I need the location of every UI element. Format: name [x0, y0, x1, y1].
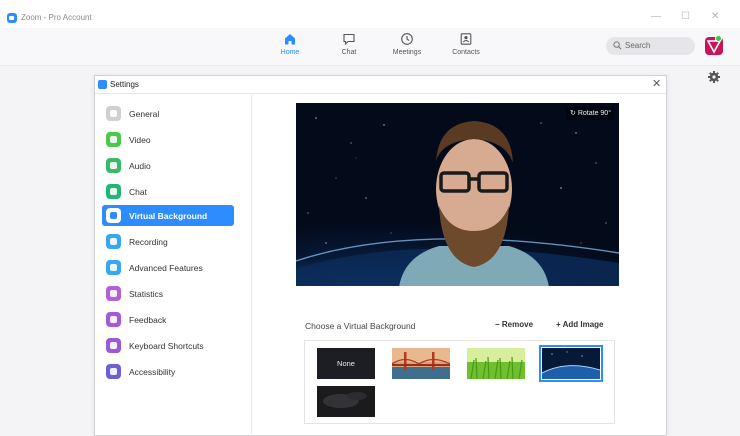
thumb-grass[interactable] [467, 348, 525, 379]
rotate-button[interactable]: ↻ Rotate 90° [566, 107, 615, 120]
sidebar-item-label: Statistics [129, 289, 164, 299]
tab-home-label: Home [280, 49, 300, 56]
bar-chart-icon [106, 286, 121, 301]
tab-chat-label: Chat [341, 49, 357, 56]
thumb-golden-gate[interactable] [392, 348, 450, 379]
rotate-label: Rotate 90° [577, 110, 611, 117]
sidebar-item-label: Video [129, 135, 151, 145]
gear-icon [106, 106, 121, 121]
earth-space-image [542, 348, 600, 379]
sidebar-item-accessibility[interactable]: Accessibility [102, 361, 234, 382]
sidebar-item-label: Keyboard Shortcuts [129, 341, 204, 351]
sidebar-item-general[interactable]: General [102, 103, 234, 124]
sidebar-item-video[interactable]: Video [102, 129, 234, 150]
sidebar-item-feedback[interactable]: Feedback [102, 309, 234, 330]
maximize-button[interactable]: ☐ [681, 12, 690, 22]
sidebar-item-advanced-features[interactable]: Advanced Features [102, 257, 234, 278]
sidebar-item-recording[interactable]: Recording [102, 231, 234, 252]
thumb-earth-space[interactable] [539, 345, 603, 382]
zoom-logo-icon [98, 80, 107, 89]
sidebar-item-label: Feedback [129, 315, 167, 325]
online-status-icon [715, 35, 722, 42]
thumb-dark-custom[interactable] [317, 386, 375, 417]
keyboard-icon [106, 338, 121, 353]
sidebar-item-keyboard-shortcuts[interactable]: Keyboard Shortcuts [102, 335, 234, 356]
sidebar-item-label: Chat [129, 187, 147, 197]
sidebar-item-label: Audio [129, 161, 151, 171]
video-preview: ↻ Rotate 90° [296, 103, 619, 286]
sidebar-item-label: General [129, 109, 160, 119]
person-icon [106, 208, 121, 223]
app-title: Zoom - Pro Account [21, 13, 92, 22]
record-icon [106, 234, 121, 249]
tab-contacts-label: Contacts [452, 49, 480, 56]
grass-image [467, 348, 525, 379]
close-settings-button[interactable]: ✕ [652, 78, 661, 90]
feedback-icon [106, 312, 121, 327]
search-icon [613, 41, 622, 50]
settings-title-bar: Settings ✕ [95, 76, 666, 94]
golden-gate-image [392, 348, 450, 379]
sidebar-item-statistics[interactable]: Statistics [102, 283, 234, 304]
clock-icon [401, 33, 413, 45]
sidebar-item-audio[interactable]: Audio [102, 155, 234, 176]
rotate-icon: ↻ [570, 110, 576, 117]
zoom-logo-icon [7, 13, 17, 23]
tab-chat[interactable]: Chat [327, 32, 371, 56]
app-title-bar: Zoom - Pro Account — ☐ ✕ [0, 0, 740, 28]
gear-icon[interactable] [707, 70, 721, 84]
settings-sidebar: General Video Audio Chat Virtual Backgro… [95, 95, 252, 436]
dark-custom-image [317, 386, 375, 417]
contacts-icon [460, 33, 472, 45]
remove-background-button[interactable]: − Remove [495, 320, 533, 329]
video-camera-icon [106, 132, 121, 147]
tab-home[interactable]: Home [268, 32, 312, 56]
minimize-button[interactable]: — [651, 12, 661, 22]
top-navigation: Home Chat Meetings Contacts Search [0, 28, 740, 66]
user-camera-feed [399, 121, 549, 286]
add-image-button[interactable]: + Add Image [556, 320, 604, 329]
sidebar-item-label: Advanced Features [129, 263, 203, 273]
sidebar-item-virtual-background[interactable]: Virtual Background [102, 205, 234, 226]
search-input[interactable]: Search [606, 37, 695, 55]
sidebar-item-label: Accessibility [129, 367, 176, 377]
search-placeholder: Search [625, 41, 651, 50]
settings-dialog: Settings ✕ General Video Audio Chat Virt… [94, 75, 667, 436]
tab-contacts[interactable]: Contacts [444, 32, 488, 56]
chat-bubble-icon [106, 184, 121, 199]
sidebar-item-label: Virtual Background [129, 211, 208, 221]
accessibility-icon [106, 364, 121, 379]
tab-meetings-label: Meetings [392, 49, 422, 56]
headphones-icon [106, 158, 121, 173]
tab-meetings[interactable]: Meetings [385, 32, 429, 56]
sparkle-icon [106, 260, 121, 275]
sidebar-item-label: Recording [129, 237, 168, 247]
settings-title: Settings [110, 80, 139, 89]
sidebar-item-chat[interactable]: Chat [102, 181, 234, 202]
choose-background-label: Choose a Virtual Background [305, 321, 416, 331]
home-icon [285, 34, 295, 45]
chat-icon [343, 33, 355, 46]
background-thumbnails: None [304, 340, 615, 424]
close-window-button[interactable]: ✕ [711, 12, 719, 22]
thumb-none[interactable]: None [317, 348, 375, 379]
